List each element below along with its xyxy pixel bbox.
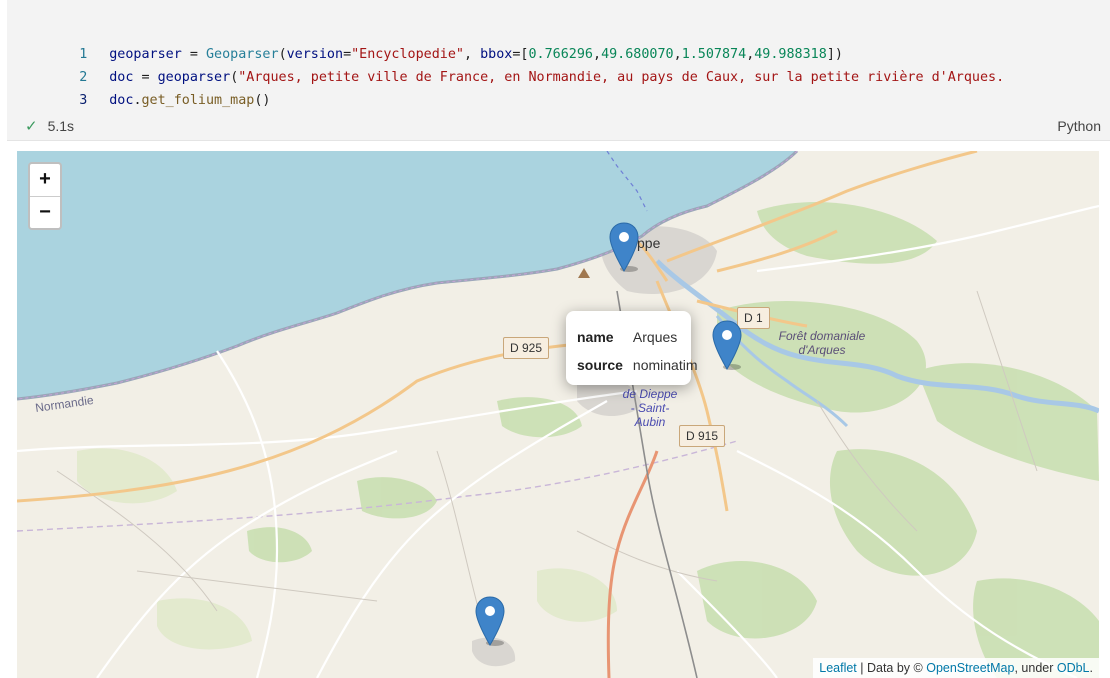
map-attribution: Leaflet | Data by © OpenStreetMap, under… [813, 658, 1099, 678]
zoom-control: + − [28, 162, 62, 230]
zoom-in-button[interactable]: + [30, 164, 60, 197]
popup-row: name Arques [577, 323, 698, 351]
map-label-line: - Saint- [630, 401, 670, 415]
attribution-text: | Data by © [856, 661, 927, 675]
popup-key: source [577, 357, 623, 373]
popup-value: Arques [632, 329, 678, 345]
folium-map[interactable]: Normandie ppe Forêt domaniale d'Arques d… [17, 151, 1099, 678]
map-label-foret: Forêt domaniale d'Arques [762, 329, 882, 357]
cell-language[interactable]: Python [1057, 116, 1101, 136]
attribution-text: , under [1014, 661, 1057, 675]
code-token: "Arques, petite ville de France, en Norm… [238, 70, 1005, 85]
code-token: () [254, 93, 271, 108]
road-badge-d925: D 925 [503, 337, 550, 359]
map-marker-pin-icon[interactable] [711, 319, 743, 371]
road-badge-d915: D 915 [679, 425, 726, 447]
map-label-line: de Dieppe [622, 387, 678, 401]
code-line-2[interactable]: 2 doc = geoparser("Arques, petite ville d… [7, 45, 1004, 85]
attribution-text: . [1089, 661, 1093, 675]
popup-table: name Arques source nominatim [577, 323, 698, 379]
popup-key: name [577, 329, 614, 345]
code-line-1[interactable]: 1 geoparser = Geoparser(version="Encyclop… [7, 22, 843, 62]
popup-value: nominatim [632, 357, 698, 373]
map-marker-pin-icon[interactable] [608, 221, 640, 273]
leaflet-link[interactable]: Leaflet [819, 661, 857, 675]
code-token: . [133, 93, 142, 108]
map-label-foret-line1: Forêt domaniale [778, 329, 866, 343]
code-line-3[interactable]: 3 doc.get_folium_map() [7, 68, 270, 108]
zoom-out-button[interactable]: − [30, 197, 60, 228]
execution-status: ✓ 5.1s [25, 116, 74, 136]
map-label-dieppe-saint-aubin: de Dieppe - Saint- Aubin [610, 387, 690, 429]
execution-duration: 5.1s [47, 118, 75, 134]
marker-popup: name Arques source nominatim [566, 311, 698, 385]
map-tiles[interactable] [17, 151, 1099, 678]
odbl-link[interactable]: ODbL [1057, 661, 1090, 675]
code-token: get_folium_map [141, 93, 255, 108]
map-marker-pin-icon[interactable] [474, 595, 506, 647]
code-token: doc [109, 93, 134, 108]
map-label-dieppe: ppe [637, 235, 661, 251]
map-label-line: Aubin [634, 415, 666, 429]
popup-row: source nominatim [577, 351, 698, 379]
success-check-icon: ✓ [25, 118, 38, 135]
map-label-foret-line2: d'Arques [798, 343, 846, 357]
openstreetmap-link[interactable]: OpenStreetMap [926, 661, 1014, 675]
line-number: 3 [79, 93, 88, 108]
code-cell[interactable]: 1 geoparser = Geoparser(version="Encyclop… [7, 0, 1110, 141]
